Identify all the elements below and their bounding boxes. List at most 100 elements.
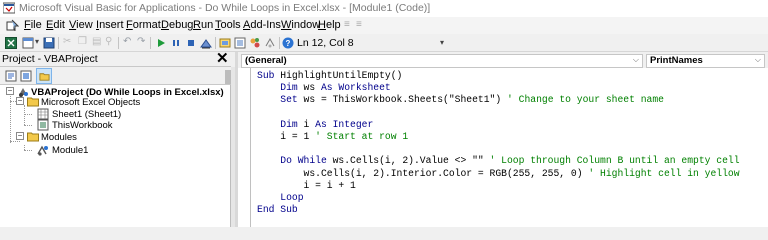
standard-toolbar: ▾ ✂ ❐ ▤ ⚲ ↶ ↷ ? Ln 12, Col 8 ▾ — [0, 34, 768, 52]
code-keyword: Worksheet — [338, 82, 391, 94]
menu-view[interactable]: View — [69, 19, 93, 31]
copy-icon[interactable]: ❐ — [78, 36, 87, 47]
toolbar-separator — [58, 37, 59, 49]
menu-run[interactable]: Run — [193, 19, 213, 31]
scrollbar-thumb[interactable] — [225, 70, 231, 84]
procedure-dropdown[interactable]: PrintNames ⌵ — [646, 54, 765, 68]
code-line[interactable]: Do While ws.Cells(i, 2).Value <> "" ' Lo… — [257, 155, 762, 167]
menu-tools[interactable]: Tools — [215, 19, 241, 31]
tree-line — [24, 105, 25, 125]
menu-debug[interactable]: Debug — [161, 19, 193, 31]
code-text: ws.Cells(i, 2).Value <> "" — [332, 155, 490, 167]
code-text: ws = ThisWorkbook.Sheets("Sheet1") — [303, 94, 507, 106]
excel-icon[interactable] — [5, 37, 17, 49]
menu-format[interactable]: Format — [126, 19, 161, 31]
menu-insert[interactable]: Insert — [96, 19, 124, 31]
tree-line — [24, 125, 32, 126]
reset-icon[interactable] — [185, 37, 197, 49]
code-line[interactable]: Dim i As Integer — [257, 119, 762, 131]
workbook-icon — [37, 119, 49, 131]
menu-add-ins[interactable]: Add-Ins — [243, 19, 281, 31]
code-text: i — [303, 118, 316, 130]
svg-text:?: ? — [286, 39, 291, 48]
menu-overflow-icon[interactable]: ≡ — [344, 19, 350, 30]
collapse-toggle[interactable]: − — [16, 132, 24, 140]
project-pane-header: Project - VBAProject ✕ — [0, 50, 231, 67]
tree-item-excel-objects[interactable]: Microsoft Excel Objects — [41, 97, 140, 108]
chevron-down-icon: ⌵ — [754, 55, 761, 64]
toolbar-separator — [118, 37, 119, 49]
code-keyword: As — [320, 82, 339, 94]
code-line[interactable]: End Sub — [257, 204, 762, 216]
view-code-icon[interactable] — [5, 70, 17, 82]
menu-file[interactable]: File — [24, 19, 42, 31]
title-bar: Microsoft Visual Basic for Applications … — [0, 0, 768, 17]
object-dropdown[interactable]: (General) ⌵ — [241, 54, 643, 68]
code-line[interactable]: ws.Cells(i, 2).Interior.Color = RGB(255,… — [257, 168, 762, 180]
find-icon[interactable]: ⚲ — [105, 36, 112, 47]
object-dropdown-value: (General) — [245, 55, 287, 66]
module-icon — [37, 145, 48, 156]
toolbar-separator — [279, 37, 280, 49]
toolbar-options-icon[interactable]: ▾ — [440, 38, 444, 47]
code-editor[interactable]: Sub HighlightUntilEmpty() Dim ws As Work… — [257, 70, 762, 227]
menu-window[interactable]: Window — [281, 19, 320, 31]
toolbar-separator — [150, 37, 151, 49]
code-line[interactable]: Loop — [257, 192, 762, 204]
tree-item-workbook[interactable]: ThisWorkbook — [52, 120, 113, 131]
window-title: Microsoft Visual Basic for Applications … — [19, 2, 431, 14]
collapse-toggle[interactable]: − — [6, 87, 14, 95]
run-icon[interactable] — [155, 37, 167, 49]
help-icon[interactable]: ? — [282, 37, 294, 49]
chevron-down-icon: ⌵ — [632, 55, 639, 64]
break-icon[interactable] — [170, 37, 182, 49]
code-line[interactable] — [257, 107, 762, 119]
undo-icon[interactable]: ↶ — [123, 36, 131, 47]
chevron-down-icon[interactable]: ▾ — [35, 37, 39, 46]
folder-icon — [27, 97, 39, 107]
code-comment: ' Change to your sheet name — [507, 94, 664, 106]
code-text: ws — [303, 82, 321, 94]
menu-overflow-icon[interactable]: ≡ — [356, 19, 362, 30]
code-line[interactable]: Set ws = ThisWorkbook.Sheets("Sheet1") '… — [257, 94, 762, 106]
collapse-toggle[interactable]: − — [16, 97, 24, 105]
procedure-dropdown-value: PrintNames — [650, 55, 703, 66]
code-line[interactable]: i = 1 ' Start at row 1 — [257, 131, 762, 143]
tree-item-modules[interactable]: Modules — [41, 132, 77, 143]
toolbox-icon[interactable] — [264, 37, 276, 49]
code-keyword: Dim — [257, 82, 304, 94]
toggle-folders-button[interactable] — [36, 68, 52, 84]
insert-object-icon[interactable] — [22, 37, 34, 49]
menu-help[interactable]: Help — [318, 19, 341, 31]
tree-line — [10, 141, 20, 142]
code-keyword: Do While — [257, 155, 333, 167]
code-keyword: End Sub — [257, 204, 298, 216]
code-line[interactable]: Dim ws As Worksheet — [257, 82, 762, 94]
code-line[interactable] — [257, 143, 762, 155]
save-icon[interactable] — [43, 37, 55, 49]
vba-app-icon[interactable] — [6, 19, 19, 32]
code-keyword: Set — [257, 94, 304, 106]
code-line[interactable]: i = i + 1 — [257, 180, 762, 192]
close-icon[interactable]: ✕ — [216, 50, 229, 67]
code-line[interactable]: Sub HighlightUntilEmpty() — [257, 70, 762, 82]
code-keyword: Sub — [257, 70, 281, 81]
tree-line — [24, 150, 32, 151]
tree-line — [24, 114, 32, 115]
project-explorer-icon[interactable] — [219, 37, 231, 49]
code-keyword: Integer — [332, 118, 374, 130]
cut-icon[interactable]: ✂ — [63, 36, 71, 47]
object-browser-icon[interactable] — [249, 37, 261, 49]
code-keyword: Dim — [257, 118, 304, 130]
code-margin-indicator-bar[interactable] — [238, 68, 251, 227]
menu-edit[interactable]: Edit — [46, 19, 65, 31]
tree-item-module1[interactable]: Module1 — [52, 145, 88, 156]
tree-item-sheet1[interactable]: Sheet1 (Sheet1) — [52, 109, 121, 120]
toggle-folders-icon — [39, 73, 50, 81]
paste-icon[interactable]: ▤ — [92, 36, 101, 47]
code-combo-bar: (General) ⌵ PrintNames ⌵ — [238, 52, 768, 68]
redo-icon[interactable]: ↷ — [137, 36, 145, 47]
design-mode-icon[interactable] — [200, 37, 212, 49]
properties-icon[interactable] — [234, 37, 246, 49]
view-object-icon[interactable] — [20, 70, 32, 82]
